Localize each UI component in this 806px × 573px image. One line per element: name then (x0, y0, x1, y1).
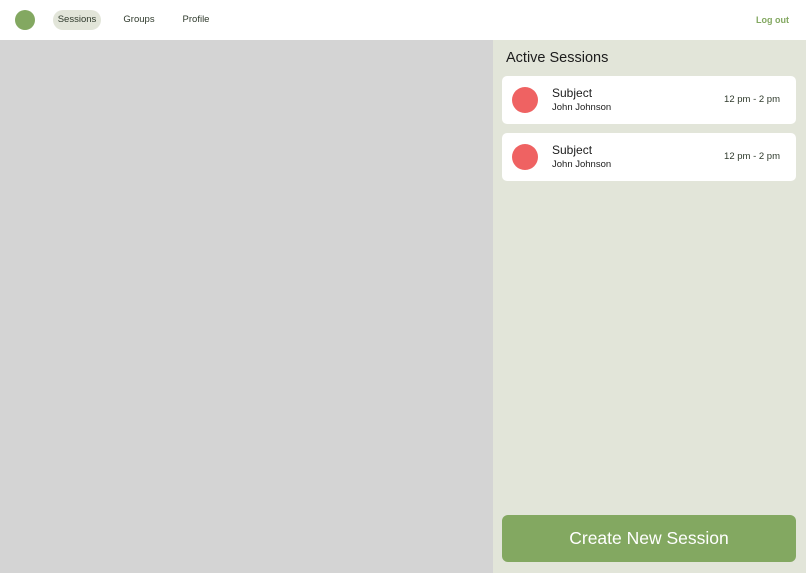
session-status-icon (512, 144, 538, 170)
panel-title: Active Sessions (506, 50, 609, 66)
session-tutor: John Johnson (552, 159, 612, 170)
create-new-session-button[interactable]: Create New Session (502, 515, 796, 562)
session-subject: Subject (552, 143, 593, 157)
logo-icon[interactable] (15, 10, 35, 30)
logout-link[interactable]: Log out (756, 10, 789, 30)
nav-groups[interactable]: Groups (117, 10, 161, 30)
top-nav-bar: Sessions Groups Profile Log out (0, 0, 806, 40)
session-card[interactable]: Subject John Johnson 12 pm - 2 pm (502, 76, 796, 124)
map-area[interactable] (0, 40, 493, 573)
nav-profile[interactable]: Profile (176, 10, 216, 30)
session-status-icon (512, 87, 538, 113)
session-card[interactable]: Subject John Johnson 12 pm - 2 pm (502, 133, 796, 181)
active-sessions-panel: Active Sessions Subject John Johnson 12 … (493, 40, 806, 573)
session-tutor: John Johnson (552, 102, 612, 113)
session-time: 12 pm - 2 pm (724, 94, 780, 105)
session-time: 12 pm - 2 pm (724, 151, 780, 162)
nav-sessions[interactable]: Sessions (53, 10, 101, 30)
session-subject: Subject (552, 86, 593, 100)
